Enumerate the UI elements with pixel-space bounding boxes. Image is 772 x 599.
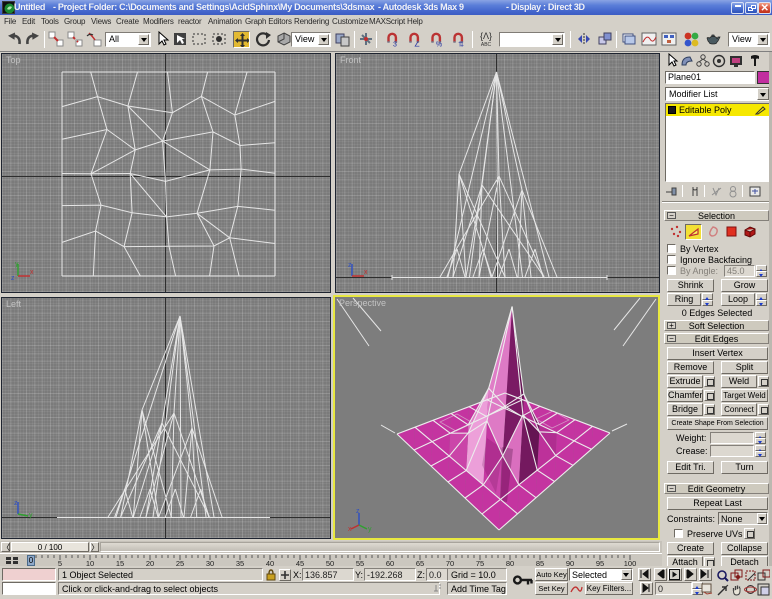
svg-text:y: y xyxy=(29,512,33,519)
svg-text:x: x xyxy=(348,526,352,533)
svg-text:ABC: ABC xyxy=(481,42,492,48)
svg-text:x: x xyxy=(364,269,368,276)
svg-text:z: z xyxy=(348,262,352,269)
svg-text:∠: ∠ xyxy=(414,41,420,49)
svg-text:y: y xyxy=(368,526,372,533)
svg-text:z: z xyxy=(14,500,18,507)
svg-text:z: z xyxy=(356,508,360,515)
svg-text:3: 3 xyxy=(393,42,397,49)
svg-text:%: % xyxy=(436,42,442,49)
svg-text:⇅: ⇅ xyxy=(458,42,464,49)
svg-text:{Λ}: {Λ} xyxy=(480,31,492,41)
svg-text:y: y xyxy=(15,261,19,268)
svg-text:x: x xyxy=(30,269,34,276)
svg-text:z: z xyxy=(11,275,15,282)
